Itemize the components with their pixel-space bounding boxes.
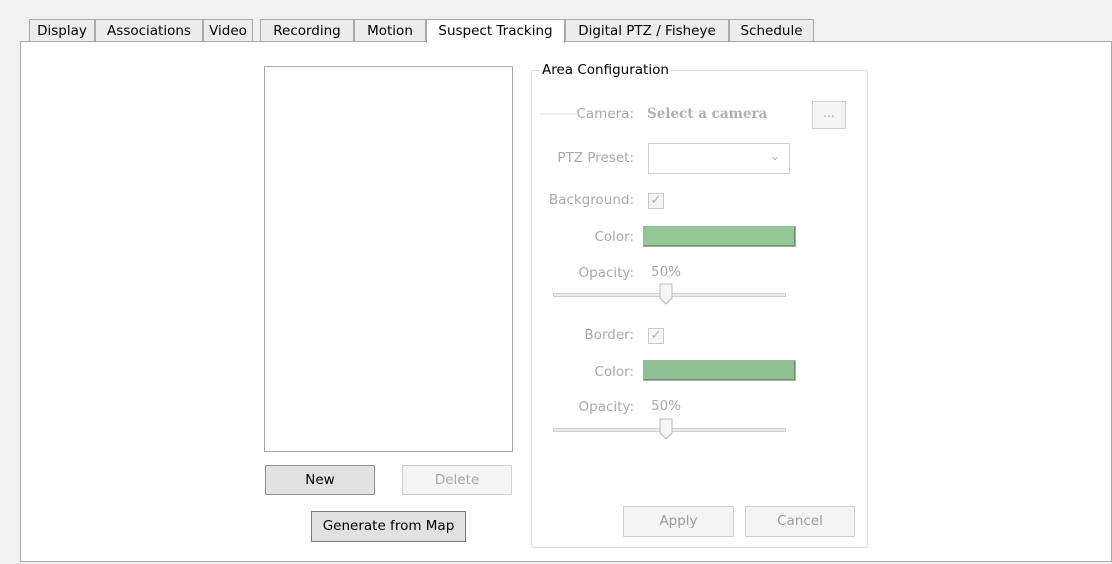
background-opacity-value: 50%	[651, 264, 682, 280]
border-checkbox[interactable]: ✓	[648, 328, 664, 344]
divider	[540, 113, 576, 115]
background-color-label: Color:	[594, 229, 634, 245]
background-checkbox[interactable]: ✓	[648, 193, 664, 209]
tab-associations[interactable]: Associations	[95, 19, 203, 42]
apply-button[interactable]: Apply	[623, 506, 734, 537]
tab-recording[interactable]: Recording	[260, 19, 354, 42]
camera-value: Select a camera	[647, 106, 768, 122]
checkmark-icon: ✓	[650, 193, 662, 208]
border-opacity-slider-thumb[interactable]	[659, 418, 673, 440]
ptz-preset-label: PTZ Preset:	[557, 150, 634, 166]
area-configuration-title: Area Configuration	[540, 62, 671, 78]
tab-display[interactable]: Display	[29, 19, 95, 42]
border-opacity-label: Opacity:	[578, 399, 635, 415]
checkmark-icon: ✓	[650, 328, 662, 343]
background-label: Background:	[548, 192, 634, 208]
background-opacity-label: Opacity:	[578, 265, 635, 281]
tab-digital-ptz-fisheye[interactable]: Digital PTZ / Fisheye	[565, 19, 729, 42]
area-configuration-group	[531, 70, 868, 548]
border-label: Border:	[584, 327, 634, 343]
border-color-label: Color:	[594, 364, 634, 380]
delete-button[interactable]: Delete	[402, 465, 512, 495]
camera-label: Camera:	[576, 106, 634, 122]
border-color-swatch[interactable]	[643, 360, 796, 381]
generate-from-map-button[interactable]: Generate from Map	[311, 511, 466, 542]
tab-schedule[interactable]: Schedule	[729, 19, 814, 42]
tab-motion[interactable]: Motion	[354, 19, 426, 42]
background-opacity-slider-thumb[interactable]	[659, 283, 673, 305]
cancel-button[interactable]: Cancel	[745, 506, 855, 537]
background-color-swatch[interactable]	[643, 226, 796, 247]
area-list[interactable]	[264, 66, 513, 452]
chevron-down-icon: ⌄	[769, 149, 780, 163]
ptz-preset-select[interactable]: ⌄	[648, 143, 790, 174]
new-button[interactable]: New	[265, 465, 375, 495]
tab-video[interactable]: Video	[203, 19, 253, 42]
browse-camera-button[interactable]: ...	[812, 101, 846, 129]
border-opacity-value: 50%	[651, 398, 682, 414]
tab-suspect-tracking[interactable]: Suspect Tracking	[426, 19, 565, 43]
